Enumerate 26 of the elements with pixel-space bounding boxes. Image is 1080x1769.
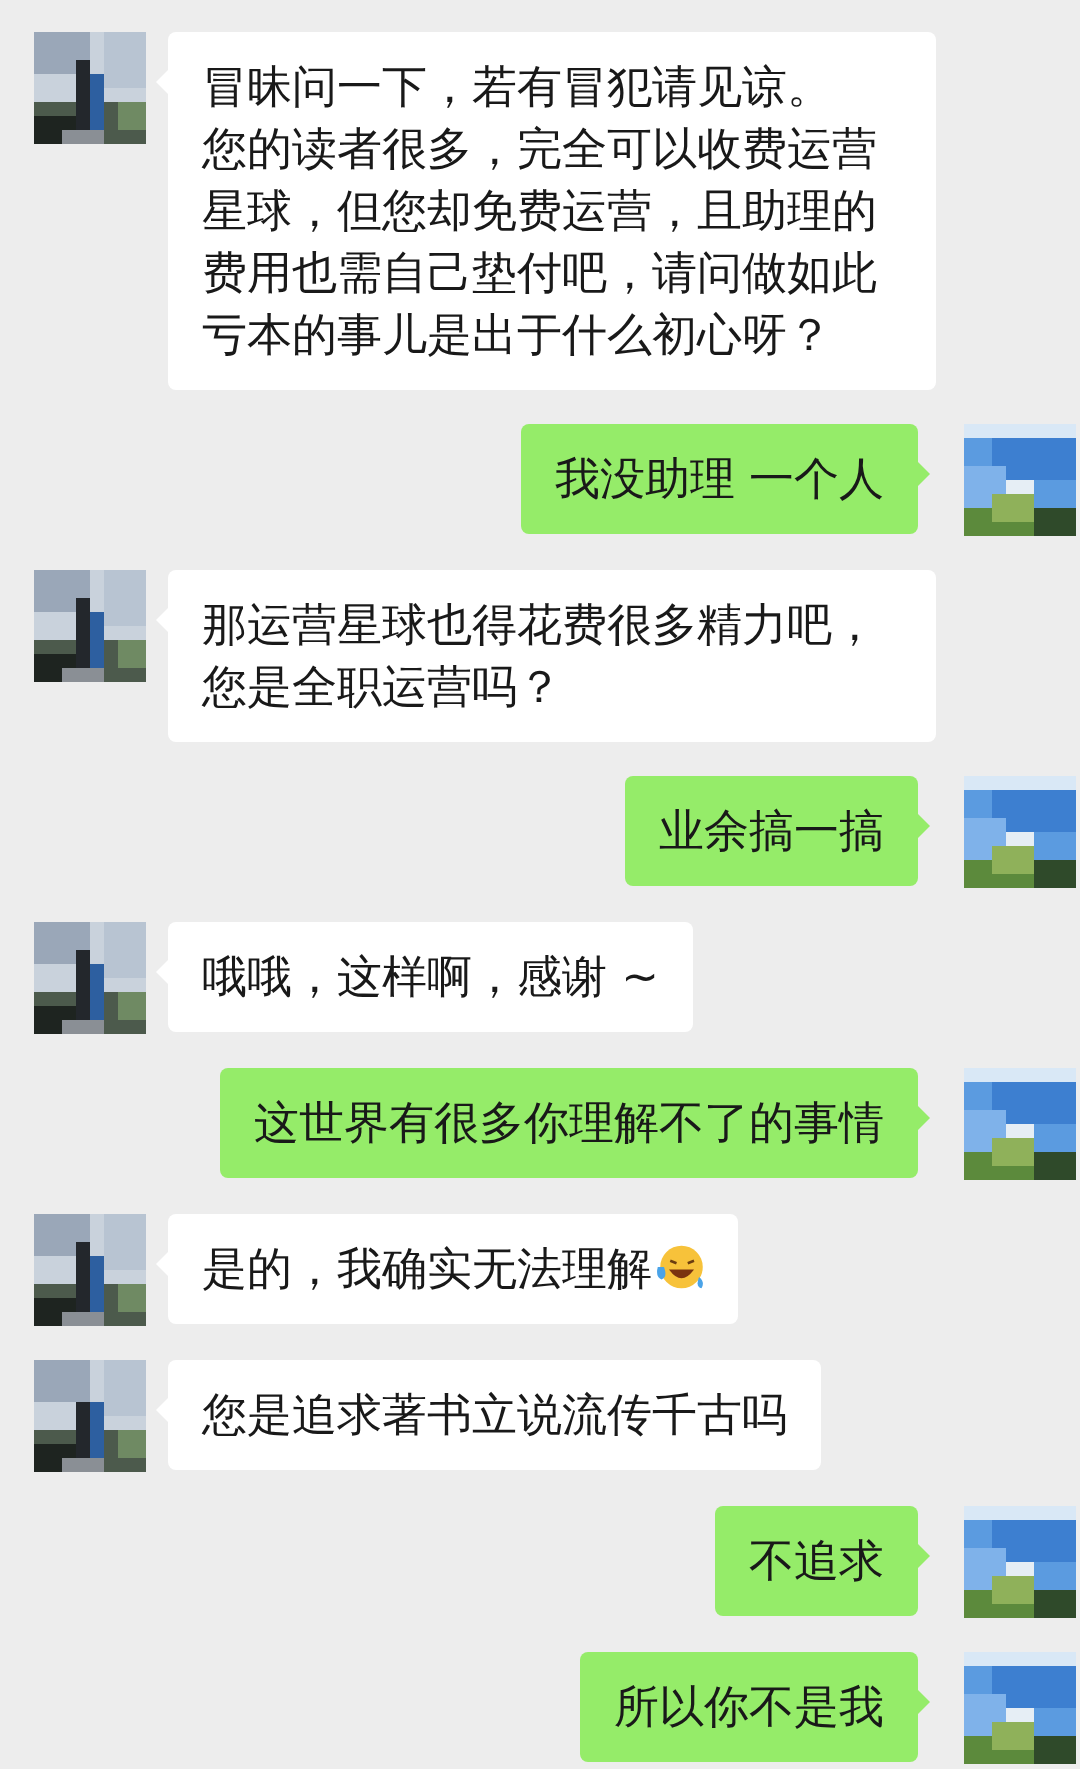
message-bubble[interactable]: 冒昧问一下，若有冒犯请见谅。 您的读者很多，完全可以收费运营星球，但您却免费运营，且助理的费用也需自己垫付吧，请问做如此亏本的事儿是出于什么初心呀？ bbox=[168, 32, 936, 390]
message-text: 哦哦，这样啊，感谢 ~ bbox=[202, 950, 659, 1003]
message-text: 所以你不是我 bbox=[614, 1680, 884, 1733]
message-bubble[interactable]: 我没助理 一个人 bbox=[520, 424, 918, 534]
message-text: 那运营星球也得花费很多精力吧，您是全职运营吗？ bbox=[202, 598, 877, 713]
message-text: 业余搞一搞 bbox=[659, 804, 884, 857]
bubble-tail bbox=[918, 462, 930, 486]
message-bubble[interactable]: 是的，我确实无法理解 bbox=[168, 1214, 738, 1324]
message-text: 您的读者很多，完全可以收费运营星球，但您却免费运营，且助理的费用也需自己垫付吧，请问做如此亏本的事儿是出于什么初心呀？ bbox=[202, 122, 877, 361]
message-text: 我没助理 一个人 bbox=[554, 452, 884, 505]
message-bubble[interactable]: 所以你不是我 bbox=[580, 1652, 918, 1762]
message-bubble[interactable]: 您是追求著书立说流传千古吗 bbox=[168, 1360, 821, 1470]
message-bubble[interactable]: 这世界有很多你理解不了的事情 bbox=[220, 1068, 918, 1178]
message-bubble[interactable]: 不追求 bbox=[715, 1506, 918, 1616]
message-bubble[interactable]: 那运营星球也得花费很多精力吧，您是全职运营吗？ bbox=[168, 570, 936, 742]
message-bubble[interactable]: 哦哦，这样啊，感谢 ~ bbox=[168, 922, 693, 1032]
message-text: 冒昧问一下，若有冒犯请见谅。 bbox=[202, 60, 832, 113]
bubble-tail bbox=[918, 1690, 930, 1714]
bubble-tail bbox=[918, 814, 930, 838]
message-text: 这世界有很多你理解不了的事情 bbox=[254, 1096, 884, 1149]
message-text: 是的，我确实无法理解 bbox=[202, 1242, 652, 1295]
message-bubble[interactable]: 业余搞一搞 bbox=[625, 776, 918, 886]
bubble-tail bbox=[918, 1544, 930, 1568]
message-text: 不追求 bbox=[749, 1534, 884, 1587]
bubble-tail bbox=[918, 1106, 930, 1130]
message-text: 您是追求著书立说流传千古吗 bbox=[202, 1388, 787, 1441]
